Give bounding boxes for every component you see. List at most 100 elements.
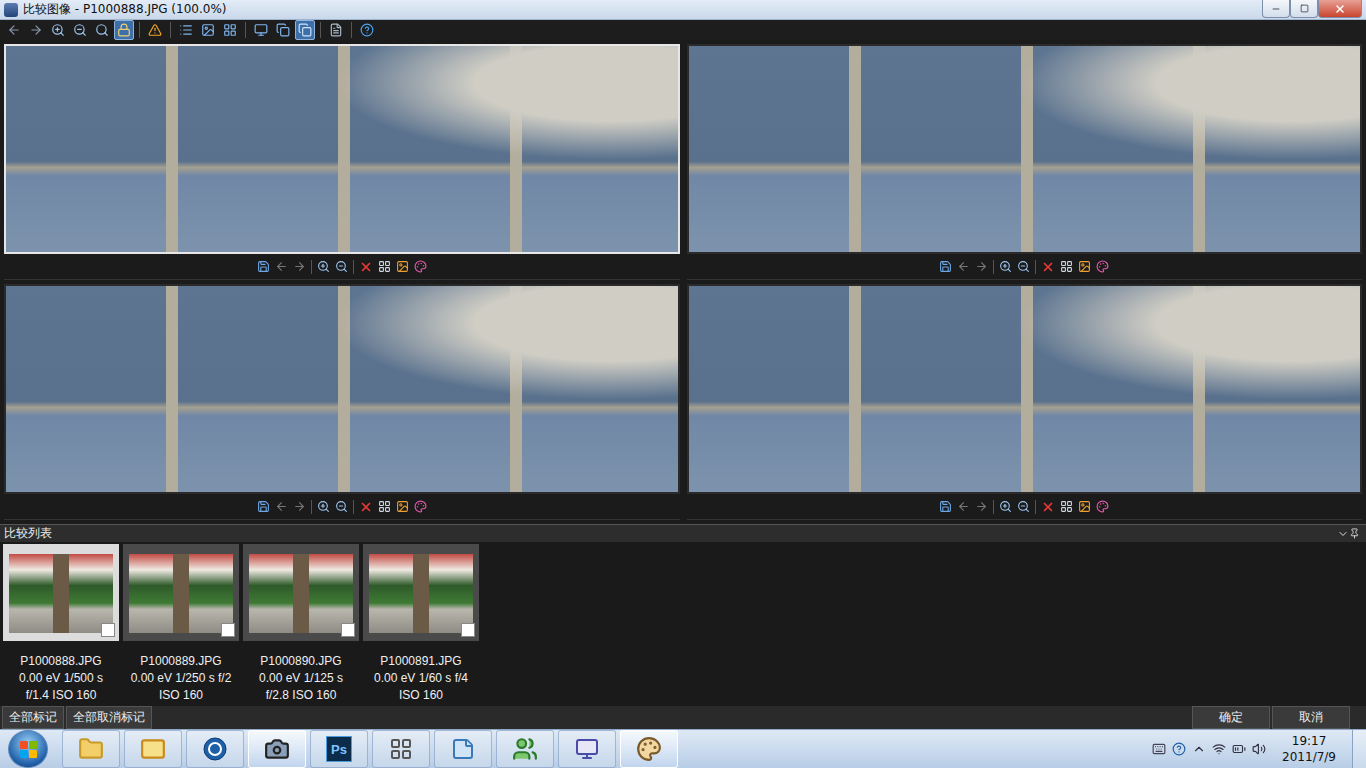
grid-icon[interactable]	[378, 500, 391, 513]
zoom-in-icon[interactable]	[317, 260, 330, 273]
zoom-out-icon[interactable]	[335, 500, 348, 513]
save-icon[interactable]	[939, 260, 952, 273]
battery-icon[interactable]	[1232, 742, 1246, 756]
mark-button[interactable]: 全部标记	[2, 706, 64, 729]
color-icon[interactable]	[1096, 500, 1109, 513]
zoom-out-icon[interactable]	[1017, 500, 1030, 513]
previous-icon[interactable]	[275, 500, 288, 513]
photo[interactable]	[687, 44, 1363, 254]
image-icon[interactable]	[396, 500, 409, 513]
previous-icon[interactable]	[957, 260, 970, 273]
minimize-button[interactable]	[1262, 0, 1290, 18]
taskbar-app[interactable]	[372, 730, 430, 768]
toolbar-button[interactable]	[176, 20, 196, 40]
zoom-out-icon[interactable]	[335, 260, 348, 273]
compare-panel[interactable]	[687, 44, 1363, 280]
volume-icon[interactable]	[1252, 742, 1266, 756]
mark-checkbox[interactable]	[341, 623, 355, 637]
dropdown-icon[interactable]	[1337, 528, 1349, 540]
remove-icon[interactable]	[1041, 260, 1055, 274]
remove-icon[interactable]	[1041, 500, 1055, 514]
show-hidden-icon[interactable]	[1192, 742, 1206, 756]
next-icon[interactable]	[293, 500, 306, 513]
thumbnail-card[interactable]: P1000888.JPG0.00 eV 1/500 sf/1.4 ISO 160	[3, 544, 119, 704]
thumbnail-card[interactable]: P1000891.JPG0.00 eV 1/60 s f/4ISO 160	[363, 544, 479, 704]
next-icon[interactable]	[975, 260, 988, 273]
taskbar-app[interactable]	[558, 730, 616, 768]
photo[interactable]	[4, 284, 680, 494]
color-icon[interactable]	[414, 260, 427, 273]
color-icon[interactable]	[414, 500, 427, 513]
help-icon[interactable]	[1172, 742, 1186, 756]
next-icon[interactable]	[293, 260, 306, 273]
taskbar-app[interactable]	[620, 730, 678, 768]
previous-icon[interactable]	[275, 260, 288, 273]
taskbar-app[interactable]: Ps	[310, 730, 368, 768]
thumbnail-frame[interactable]	[3, 544, 119, 641]
taskbar-app[interactable]	[62, 730, 120, 768]
zoom-in-icon[interactable]	[999, 500, 1012, 513]
zoom-in-icon[interactable]	[317, 500, 330, 513]
mark-checkbox[interactable]	[101, 623, 115, 637]
pin-icon[interactable]	[1349, 528, 1360, 539]
grid-icon[interactable]	[1060, 500, 1073, 513]
toolbar-button[interactable]	[198, 20, 218, 40]
toolbar-button[interactable]	[220, 20, 240, 40]
toolbar-button[interactable]	[326, 20, 346, 40]
taskbar-app[interactable]	[186, 730, 244, 768]
taskbar-app[interactable]	[434, 730, 492, 768]
thumbnail-frame[interactable]	[123, 544, 239, 641]
thumbnail-card[interactable]: P1000890.JPG0.00 eV 1/125 sf/2.8 ISO 160	[243, 544, 359, 704]
save-icon[interactable]	[257, 260, 270, 273]
dialog-button[interactable]: 确定	[1192, 706, 1270, 729]
image-icon[interactable]	[1078, 500, 1091, 513]
toolbar-button[interactable]	[251, 20, 271, 40]
photo[interactable]	[687, 284, 1363, 494]
toolbar-button[interactable]	[92, 20, 112, 40]
close-button[interactable]	[1318, 0, 1362, 18]
taskbar-app[interactable]	[496, 730, 554, 768]
remove-icon[interactable]	[359, 500, 373, 514]
toolbar-button[interactable]	[114, 20, 134, 40]
grid-icon[interactable]	[378, 260, 391, 273]
mark-checkbox[interactable]	[461, 623, 475, 637]
show-desktop-button[interactable]	[1352, 730, 1366, 768]
grid-icon[interactable]	[1060, 260, 1073, 273]
dialog-button[interactable]: 取消	[1272, 706, 1350, 729]
toolbar-button[interactable]	[26, 20, 46, 40]
previous-icon[interactable]	[957, 500, 970, 513]
mark-checkbox[interactable]	[221, 623, 235, 637]
keyboard-icon[interactable]	[1152, 742, 1166, 756]
toolbar-button[interactable]	[48, 20, 68, 40]
people-icon	[512, 736, 538, 762]
toolbar-button[interactable]	[4, 20, 24, 40]
toolbar-button[interactable]	[295, 20, 315, 40]
mark-button[interactable]: 全部取消标记	[66, 706, 152, 729]
toolbar-button[interactable]	[70, 20, 90, 40]
save-icon[interactable]	[939, 500, 952, 513]
toolbar-button[interactable]	[145, 20, 165, 40]
zoom-out-icon[interactable]	[1017, 260, 1030, 273]
start-button[interactable]	[8, 730, 48, 768]
thumbnail-frame[interactable]	[363, 544, 479, 641]
image-icon[interactable]	[396, 260, 409, 273]
maximize-button[interactable]	[1290, 0, 1318, 18]
toolbar-button[interactable]	[273, 20, 293, 40]
taskbar-app[interactable]	[248, 730, 306, 768]
clock[interactable]: 19:172011/7/9	[1272, 733, 1346, 765]
next-icon[interactable]	[975, 500, 988, 513]
compare-panel[interactable]	[4, 44, 680, 280]
photo[interactable]	[4, 44, 680, 254]
compare-panel[interactable]	[4, 284, 680, 520]
image-icon[interactable]	[1078, 260, 1091, 273]
color-icon[interactable]	[1096, 260, 1109, 273]
thumbnail-card[interactable]: P1000889.JPG0.00 eV 1/250 s f/2ISO 160	[123, 544, 239, 704]
zoom-in-icon[interactable]	[999, 260, 1012, 273]
compare-panel[interactable]	[687, 284, 1363, 520]
toolbar-button[interactable]	[357, 20, 377, 40]
remove-icon[interactable]	[359, 260, 373, 274]
thumbnail-frame[interactable]	[243, 544, 359, 641]
taskbar-app[interactable]	[124, 730, 182, 768]
save-icon[interactable]	[257, 500, 270, 513]
network-icon[interactable]	[1212, 742, 1226, 756]
